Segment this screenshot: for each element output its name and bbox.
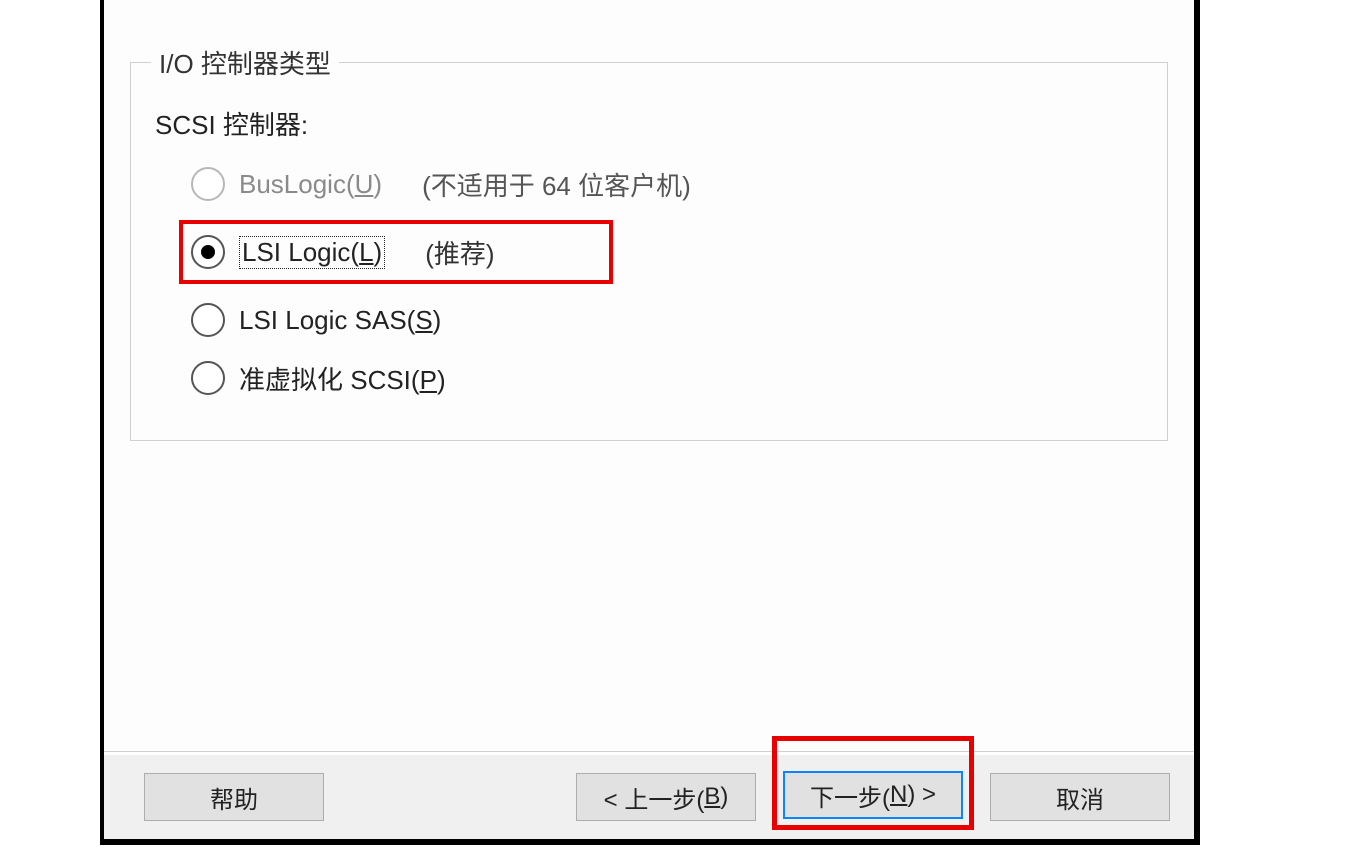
btn-text: ) > (907, 781, 936, 809)
mnemonic: S (415, 305, 432, 335)
dialog-content: I/O 控制器类型 SCSI 控制器: BusLogic(U) (不适用于 64… (104, 0, 1194, 752)
mnemonic: U (355, 169, 374, 199)
radio-label-text: LSI Logic SAS (239, 305, 407, 335)
mnemonic: L (359, 237, 373, 267)
btn-text: 下一步( (810, 778, 890, 813)
radio-lsilogicsas[interactable] (191, 303, 225, 337)
radio-label-text: BusLogic (239, 169, 346, 199)
mnemonic: P (420, 365, 437, 395)
dialog-frame: I/O 控制器类型 SCSI 控制器: BusLogic(U) (不适用于 64… (100, 0, 1200, 845)
radio-lsilogic-hint: (推荐) (425, 234, 494, 271)
radio-paravirtual-label[interactable]: 准虚拟化 SCSI(P) (239, 360, 446, 397)
next-button[interactable]: 下一步(N) > (783, 771, 963, 819)
radio-row-lsilogicsas[interactable]: LSI Logic SAS(S) (191, 298, 1147, 342)
radio-row-buslogic: BusLogic(U) (不适用于 64 位客户机) (191, 162, 1147, 206)
radio-row-lsilogic-highlight: LSI Logic(L) (推荐) (179, 220, 613, 284)
scsi-controller-label: SCSI 控制器: (155, 105, 1147, 142)
radio-paravirtual[interactable] (191, 361, 225, 395)
button-bar: 帮助 < 上一步(B) 下一步(N) > 取消 (104, 755, 1194, 839)
radio-lsilogic-label[interactable]: LSI Logic(L) (239, 236, 385, 269)
help-button[interactable]: 帮助 (144, 773, 324, 821)
btn-text: ) (720, 783, 728, 811)
radio-buslogic (191, 167, 225, 201)
cancel-button[interactable]: 取消 (990, 773, 1170, 821)
radio-lsilogicsas-label[interactable]: LSI Logic SAS(S) (239, 305, 441, 336)
btn-text: < 上一步( (604, 780, 705, 815)
group-title: I/O 控制器类型 (151, 44, 339, 81)
radio-buslogic-hint: (不适用于 64 位客户机) (422, 166, 691, 203)
radio-label-text: LSI Logic (242, 237, 350, 267)
radio-label-text: 准虚拟化 SCSI (239, 365, 411, 395)
io-controller-group: I/O 控制器类型 SCSI 控制器: BusLogic(U) (不适用于 64… (130, 44, 1168, 441)
radio-lsilogic[interactable] (191, 235, 225, 269)
radio-buslogic-label: BusLogic(U) (239, 169, 382, 200)
next-button-highlight: 下一步(N) > (772, 736, 974, 830)
radio-row-paravirtual[interactable]: 准虚拟化 SCSI(P) (191, 356, 1147, 400)
mnemonic: N (890, 781, 907, 809)
back-button[interactable]: < 上一步(B) (576, 773, 756, 821)
mnemonic: B (704, 783, 720, 811)
